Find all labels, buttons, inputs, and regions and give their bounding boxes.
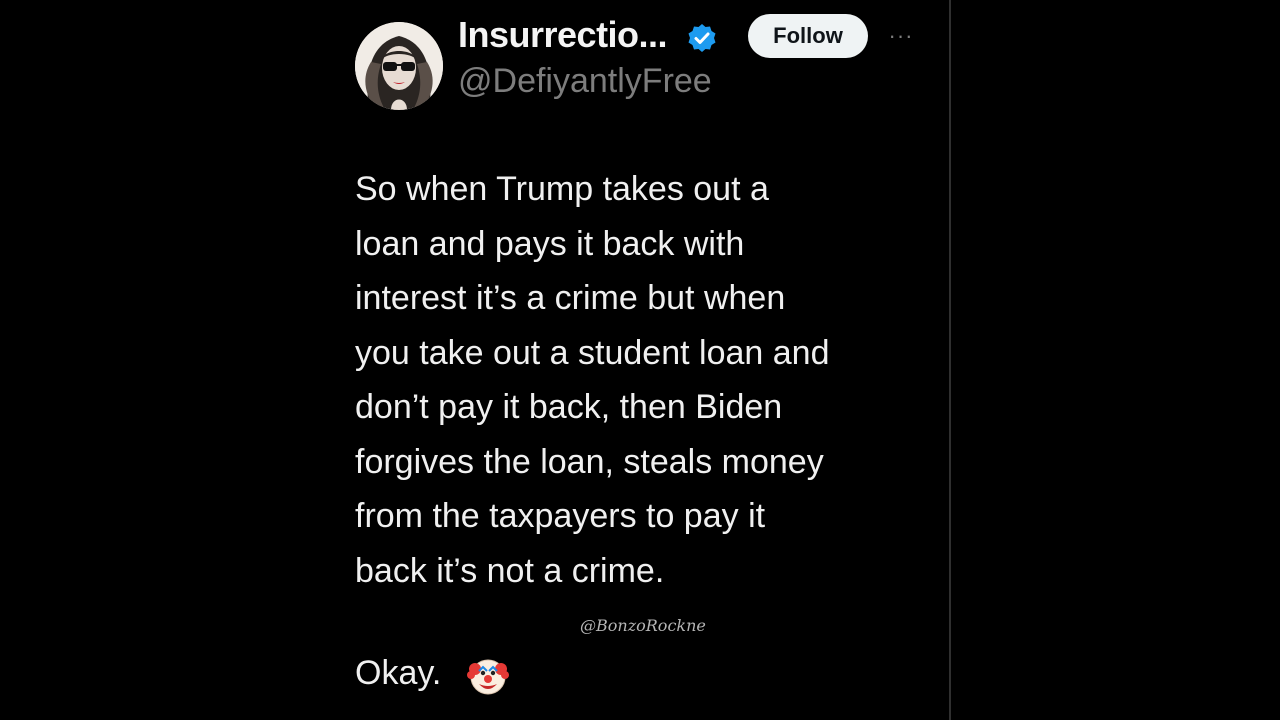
avatar-woman-sunglasses-icon: [355, 22, 443, 110]
author-handle[interactable]: @DefiyantlyFree: [458, 62, 712, 101]
post-text-line: loan and pays it back with: [355, 224, 745, 263]
post-closing-text: Okay.: [355, 654, 442, 692]
post-text-line: from the taxpayers to pay it: [355, 497, 766, 535]
post-text: So when Trump takes out a loan and pays …: [355, 162, 930, 598]
more-options-icon[interactable]: ···: [884, 22, 918, 50]
right-edge-divider: [949, 0, 951, 720]
author-display-name[interactable]: Insurrectio...: [458, 14, 668, 56]
post-text-line: interest it’s a crime but when: [355, 279, 786, 317]
post-text-line: So when Trump takes out a: [355, 170, 769, 208]
follow-button[interactable]: Follow: [748, 14, 868, 58]
author-avatar[interactable]: [355, 22, 443, 110]
watermark-text: @BonzoRockne: [580, 616, 706, 635]
post-text-line: back it’s not a crime.: [355, 551, 665, 590]
post-text-line: don’t pay it back, then Biden: [355, 388, 783, 426]
post-text-line: you take out a student loan and: [355, 333, 830, 372]
verified-badge-icon: [686, 22, 718, 54]
post-text-line: forgives the loan, steals money: [355, 442, 824, 481]
clown-face-icon: [466, 655, 510, 699]
